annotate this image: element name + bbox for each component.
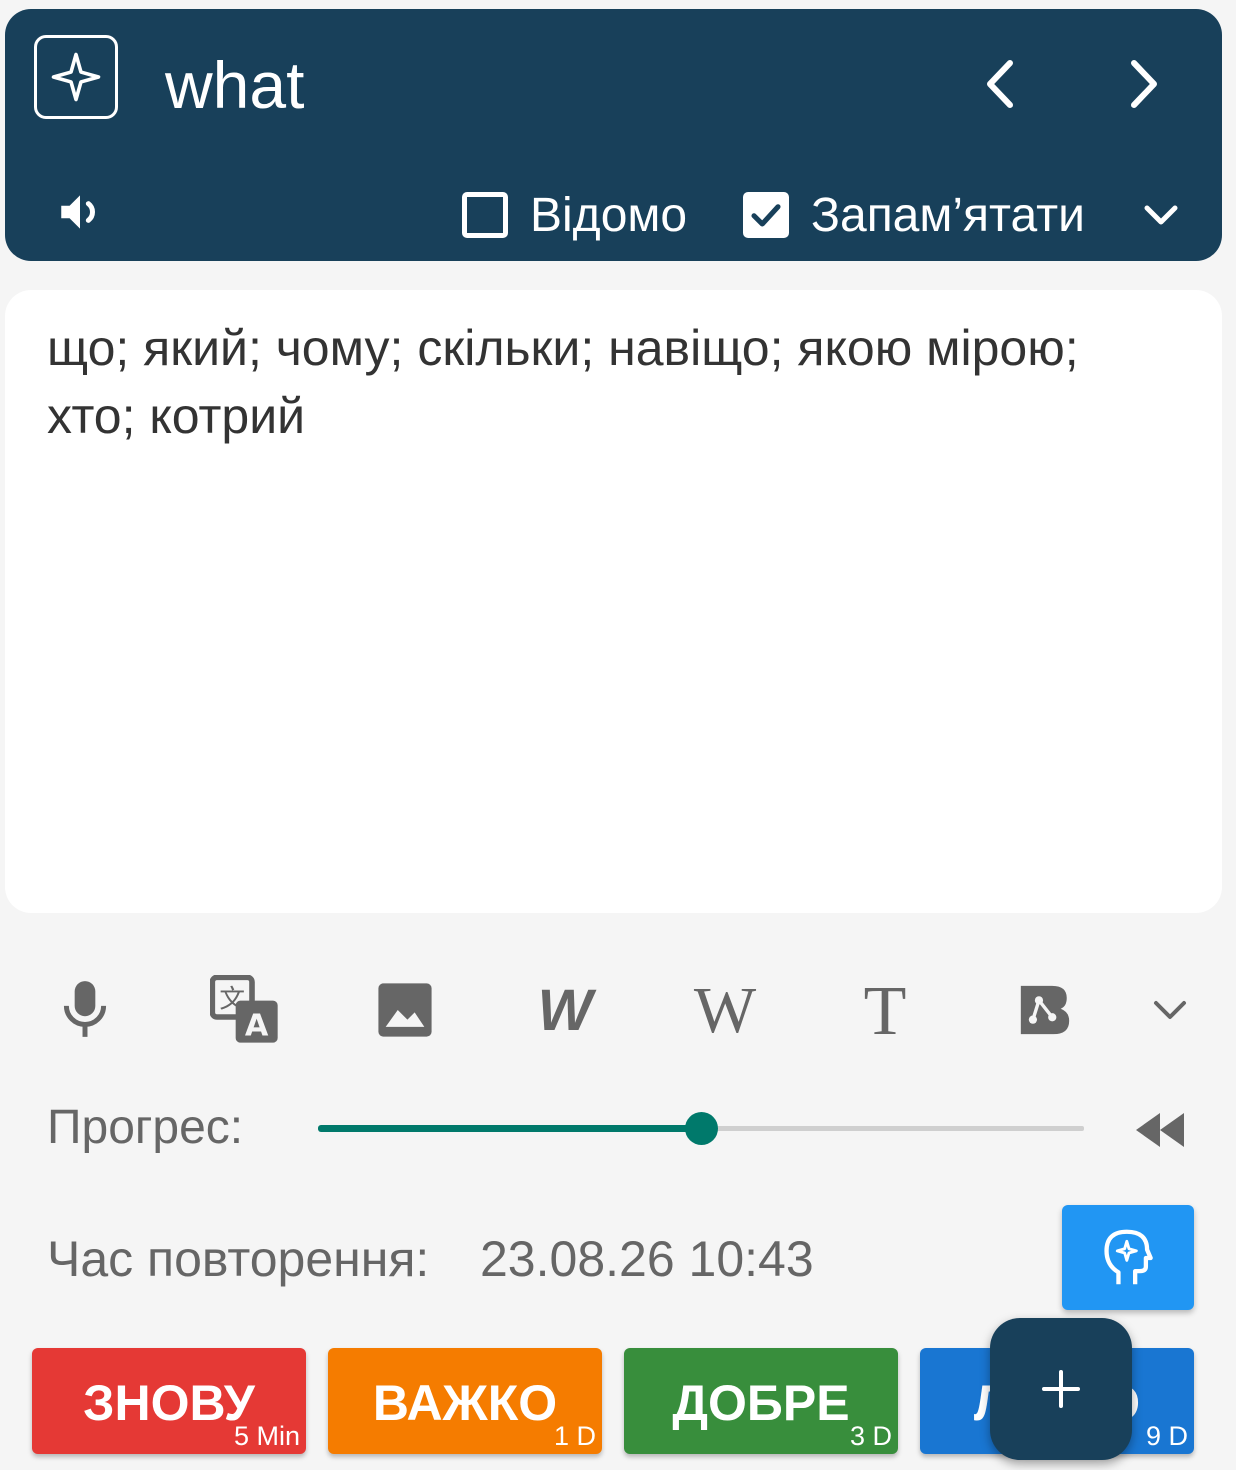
remember-checkbox[interactable]: Запам’ятати (743, 177, 1085, 253)
grade-interval: 9 D (1145, 1421, 1188, 1451)
progress-fill (318, 1125, 701, 1132)
grade-hard-button[interactable]: ВАЖКО 1 D (328, 1348, 602, 1454)
image-icon[interactable] (360, 965, 450, 1055)
wordreference-icon[interactable]: W (520, 965, 610, 1055)
previous-word-button[interactable] (965, 49, 1035, 119)
chevron-down-icon[interactable] (1125, 965, 1215, 1055)
grade-good-button[interactable]: ДОБРЕ 3 D (624, 1348, 898, 1454)
grade-interval: 3 D (849, 1421, 892, 1451)
grade-again-button[interactable]: ЗНОВУ 5 Min (32, 1348, 306, 1454)
sparkle-icon[interactable] (34, 35, 118, 119)
translate-icon[interactable]: 文A (200, 965, 290, 1055)
svg-text:W: W (694, 978, 757, 1042)
review-time-label: Час повторення: (47, 1231, 430, 1287)
review-time-value: 23.08.26 10:43 (480, 1231, 814, 1287)
brainly-icon[interactable] (1000, 965, 1090, 1055)
known-label: Відомо (530, 188, 688, 242)
wikipedia-icon[interactable]: W (680, 965, 770, 1055)
word-title: what (165, 48, 305, 122)
svg-text:T: T (864, 978, 907, 1042)
grade-interval: 1 D (553, 1421, 596, 1451)
translation-text: що; який; чому; скільки; навіщо; якою мі… (47, 320, 1079, 444)
progress-thumb[interactable] (685, 1112, 718, 1145)
translation-card[interactable]: що; який; чому; скільки; навіщо; якою мі… (5, 290, 1222, 913)
text-icon[interactable]: T (840, 965, 930, 1055)
progress-label: Прогрес: (47, 1101, 244, 1154)
svg-text:A: A (245, 1009, 269, 1044)
toolbar: 文A W W T (0, 965, 1236, 1055)
add-word-button[interactable] (990, 1318, 1132, 1460)
remember-label: Запам’ятати (811, 188, 1085, 242)
plus-icon (1042, 1370, 1080, 1408)
checkmark-icon (751, 204, 781, 227)
speaker-icon[interactable] (45, 177, 115, 247)
microphone-icon[interactable] (40, 965, 130, 1055)
word-header: what Відомо Запам’ятати (5, 9, 1222, 261)
rewind-icon[interactable] (1130, 1100, 1190, 1160)
ai-assist-button[interactable] (1062, 1205, 1194, 1310)
known-checkbox[interactable]: Відомо (462, 177, 687, 253)
brain-sparkle-icon (1104, 1229, 1153, 1284)
progress-slider[interactable] (318, 1108, 1084, 1148)
known-checkbox-box[interactable] (462, 192, 508, 238)
remember-checkbox-box[interactable] (743, 192, 789, 238)
next-word-button[interactable] (1109, 49, 1179, 119)
svg-text:W: W (538, 980, 597, 1040)
grade-interval: 5 Min (233, 1421, 300, 1451)
chevron-down-icon[interactable] (1131, 185, 1191, 245)
